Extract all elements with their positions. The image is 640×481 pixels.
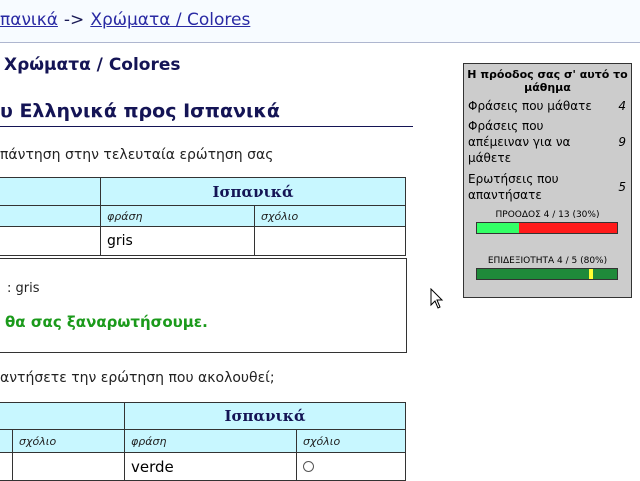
option-phrase: verde bbox=[124, 452, 297, 481]
mouse-cursor-icon bbox=[430, 288, 444, 309]
subheader-phrase: φράση bbox=[100, 205, 255, 227]
answer-feedback-box: : gris θα σας ξαναρωτήσουμε. bbox=[0, 258, 407, 353]
progress-panel: Η πρόοδος σας σ' αυτό το μάθημα Φράσεις … bbox=[463, 63, 632, 298]
section-title: υ Ελληνικά προς Ισπανικά bbox=[0, 100, 280, 122]
next-question-prompt: αντήσετε την ερώτηση που ακολουθεί; bbox=[0, 370, 275, 386]
progress-bar-label: ΠΡΟΟΔΟΣ 4 / 13 (30%) bbox=[495, 210, 600, 220]
breadcrumb: πανικά -> Χρώματα / Colores bbox=[0, 10, 250, 30]
row-comment-left bbox=[12, 452, 125, 481]
stat-value: 4 bbox=[618, 99, 626, 113]
subheader-comment: σχόλιο bbox=[254, 205, 406, 227]
breadcrumb-link-lesson[interactable]: Χρώματα / Colores bbox=[90, 10, 250, 30]
section-divider bbox=[0, 126, 413, 127]
skill-bar bbox=[476, 268, 618, 280]
stat-value: 5 bbox=[618, 180, 626, 194]
skill-bar-marker bbox=[589, 269, 593, 279]
stat-learned: Φράσεις που μάθατε 4 bbox=[468, 98, 628, 114]
top-navigation-bar: πανικά -> Χρώματα / Colores bbox=[0, 0, 640, 43]
stat-label: Ερωτήσεις που απαντήσατε bbox=[468, 172, 559, 202]
last-answer-prompt: πάντηση στην τελευταία ερώτηση σας bbox=[0, 147, 274, 163]
row-comment bbox=[254, 226, 406, 256]
subheader-comment: σχόλιο bbox=[296, 429, 406, 453]
stat-remaining: Φράσεις που απέμειναν για να μάθετε 9 bbox=[468, 118, 628, 166]
row-phrase: gris bbox=[100, 226, 255, 256]
progress-bar-fill bbox=[477, 223, 519, 233]
breadcrumb-link-course[interactable]: πανικά bbox=[0, 10, 58, 30]
question-table: Ισπανικά σχόλιο φράση σχόλιο verde bbox=[0, 402, 406, 481]
feedback-message: θα σας ξαναρωτήσουμε. bbox=[5, 313, 208, 331]
subheader-empty bbox=[0, 429, 13, 453]
last-answer-table: Ισπανικά φράση σχόλιο gris bbox=[0, 177, 406, 256]
stat-label: Φράσεις που μάθατε bbox=[468, 99, 592, 113]
answer-radio[interactable] bbox=[303, 461, 314, 472]
lesson-title: Χρώματα / Colores bbox=[4, 55, 181, 75]
option-select-cell bbox=[296, 452, 406, 481]
header-greek-cell bbox=[0, 402, 125, 430]
row-cell bbox=[0, 452, 13, 481]
breadcrumb-separator: -> bbox=[63, 10, 85, 30]
subheader-comment-left: σχόλιο bbox=[12, 429, 125, 453]
stat-answered: Ερωτήσεις που απαντήσατε 5 bbox=[468, 171, 628, 203]
progress-bar bbox=[476, 222, 618, 234]
header-greek-cell bbox=[0, 177, 101, 206]
stat-value: 9 bbox=[618, 135, 626, 149]
header-spanish: Ισπανικά bbox=[124, 402, 406, 430]
skill-bar-label: ΕΠΙΔΕΞΙΟΤΗΤΑ 4 / 5 (80%) bbox=[487, 256, 608, 266]
progress-panel-title: Η πρόοδος σας σ' αυτό το μάθημα bbox=[467, 68, 628, 94]
subheader-empty bbox=[0, 205, 101, 227]
row-greek-cell bbox=[0, 226, 101, 256]
your-answer-text: : gris bbox=[7, 281, 40, 296]
subheader-phrase: φράση bbox=[124, 429, 297, 453]
header-spanish: Ισπανικά bbox=[100, 177, 406, 206]
stat-label: Φράσεις που απέμειναν για να μάθετε bbox=[468, 119, 571, 165]
